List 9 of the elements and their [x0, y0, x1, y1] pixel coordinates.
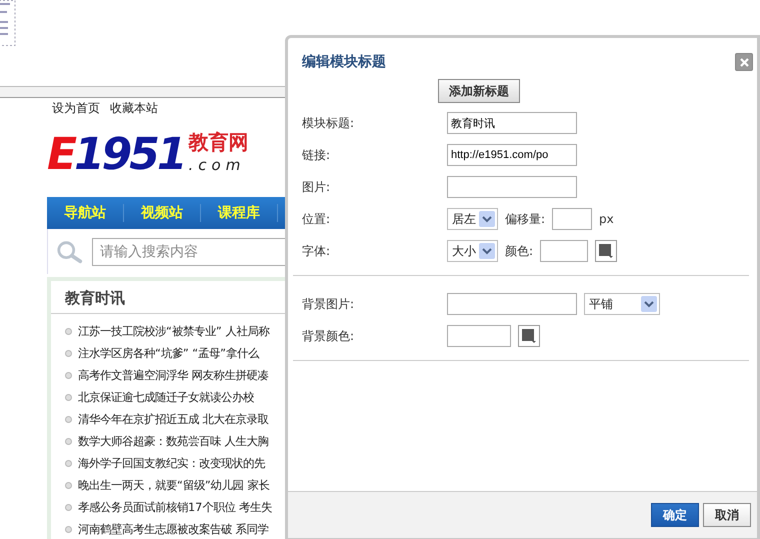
field-label: 链接:: [301, 146, 332, 164]
field-label: 模块标题:: [301, 114, 356, 132]
field-label: 颜色:: [505, 242, 534, 260]
dialog-title: 编辑模块标题: [302, 53, 386, 71]
field-label: 图片:: [301, 178, 332, 196]
field-label: 位置:: [301, 210, 332, 228]
field-label: 背景颜色:: [301, 328, 356, 344]
field-label: px: [599, 212, 614, 226]
field-label: 偏移量:: [505, 210, 546, 228]
